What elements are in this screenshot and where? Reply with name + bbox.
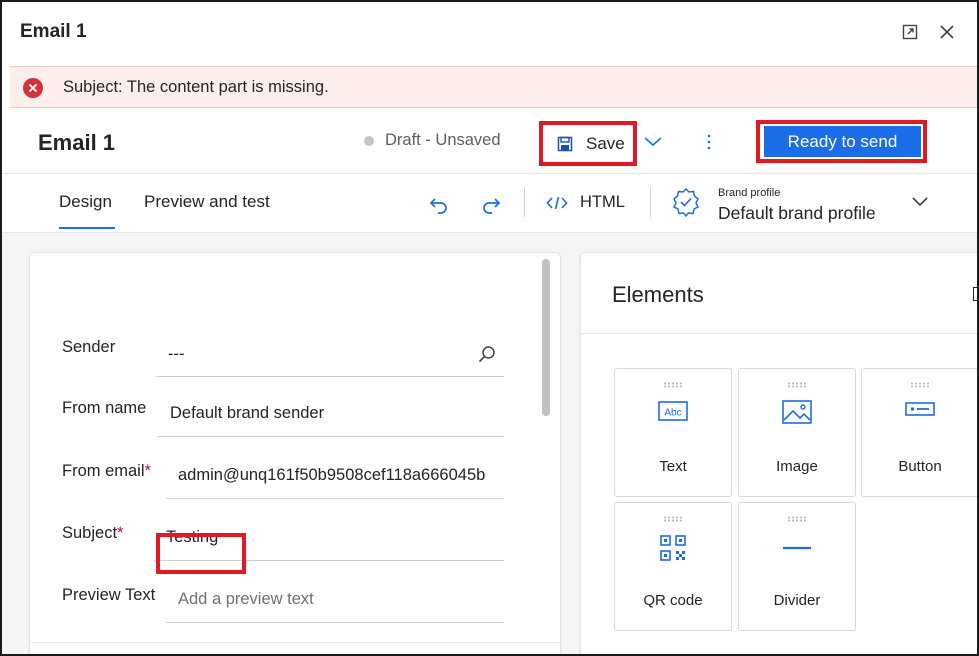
html-button[interactable]: HTML — [546, 193, 625, 212]
from-name-field[interactable]: Default brand sender — [158, 393, 504, 437]
save-label: Save — [586, 133, 625, 153]
sender-value: --- — [168, 345, 185, 363]
ready-to-send-button[interactable]: Ready to send — [764, 126, 921, 157]
elements-divider — [581, 333, 977, 334]
element-label: QR code — [643, 592, 703, 609]
expand-icon[interactable] — [899, 21, 921, 43]
qr-code-icon — [615, 533, 731, 563]
brand-profile-value[interactable]: Default brand profile — [718, 203, 876, 224]
button-icon — [862, 399, 977, 419]
error-icon — [23, 78, 43, 98]
text-icon: Abc — [615, 399, 731, 423]
editor-toolbar: Design Preview and test HTML Brand profi… — [2, 175, 977, 233]
html-label: HTML — [580, 193, 625, 211]
element-label: Text — [659, 458, 687, 475]
toolbar-divider — [524, 187, 525, 217]
brand-profile-caption: Brand profile — [718, 187, 781, 199]
element-label: Divider — [773, 592, 821, 609]
from-email-value: admin@unq161f50b9508cef118a666045b — [178, 466, 486, 484]
status-text: Draft - Unsaved — [385, 131, 501, 149]
panel-toggle-icon[interactable] — [973, 287, 977, 301]
error-banner: Subject: The content part is missing. — [10, 66, 977, 108]
element-label: Button — [898, 458, 942, 475]
preview-text-field[interactable]: Add a preview text — [166, 579, 504, 623]
element-tile-text[interactable]: Abc Text — [614, 368, 732, 497]
tab-preview-and-test[interactable]: Preview and test — [144, 192, 270, 212]
email-settings-panel: Sender --- From name Default brand sende… — [30, 253, 560, 654]
tab-design[interactable]: Design — [59, 192, 112, 212]
svg-text:Abc: Abc — [664, 408, 681, 419]
scrollbar[interactable] — [542, 259, 550, 416]
element-tile-qr-code[interactable]: QR code — [614, 502, 732, 631]
save-button[interactable]: Save — [539, 121, 637, 166]
window-title: Email 1 — [20, 21, 87, 42]
drag-grip-icon — [788, 516, 806, 522]
undo-icon[interactable] — [428, 193, 450, 215]
from-name-label: From name — [62, 399, 147, 417]
sender-field[interactable]: --- — [156, 333, 504, 377]
error-message: Subject: The content part is missing. — [63, 78, 329, 96]
from-name-value: Default brand sender — [170, 404, 325, 422]
drag-grip-icon — [664, 382, 682, 388]
active-tab-indicator — [59, 227, 115, 229]
elements-panel: Elements Abc Text Image Button QR code D… — [581, 253, 977, 654]
divider-icon — [739, 533, 855, 563]
search-icon[interactable] — [478, 345, 496, 368]
from-email-field[interactable]: admin@unq161f50b9508cef118a666045b — [166, 455, 504, 499]
redo-icon[interactable] — [480, 193, 502, 215]
subject-label: Subject* — [62, 524, 124, 542]
close-icon[interactable] — [936, 21, 958, 43]
page-title: Email 1 — [38, 130, 116, 155]
save-icon — [557, 136, 573, 151]
element-tile-divider[interactable]: Divider — [738, 502, 856, 631]
email-editor-window: Email 1 Subject: The content part is mis… — [0, 0, 979, 656]
code-icon — [546, 196, 568, 209]
sender-label: Sender — [62, 338, 116, 356]
preview-text-placeholder: Add a preview text — [178, 590, 314, 608]
elements-title: Elements — [612, 282, 704, 307]
element-tile-image[interactable]: Image — [738, 368, 856, 497]
drag-grip-icon — [911, 382, 929, 388]
status-indicator: Draft - Unsaved — [364, 131, 501, 150]
editor-content: Sender --- From name Default brand sende… — [2, 233, 977, 654]
image-icon — [739, 399, 855, 425]
status-dot — [364, 135, 374, 146]
editor-header: Email 1 Draft - Unsaved Save Ready to se… — [2, 110, 977, 174]
more-options-icon[interactable] — [702, 130, 716, 154]
preview-text-label: Preview Text — [62, 586, 156, 604]
drag-grip-icon — [664, 516, 682, 522]
title-bar: Email 1 — [2, 2, 977, 64]
from-email-label: From email* — [62, 462, 151, 480]
element-label: Image — [776, 458, 818, 475]
drag-grip-icon — [788, 382, 806, 388]
element-tile-button[interactable]: Button — [861, 368, 977, 497]
brand-profile-badge-icon — [672, 187, 700, 222]
toolbar-divider — [650, 187, 651, 217]
subject-highlight — [156, 533, 246, 574]
brand-profile-chevron-down-icon[interactable] — [910, 195, 930, 213]
panel-divider — [30, 642, 560, 643]
save-options-chevron-icon[interactable] — [643, 135, 663, 153]
